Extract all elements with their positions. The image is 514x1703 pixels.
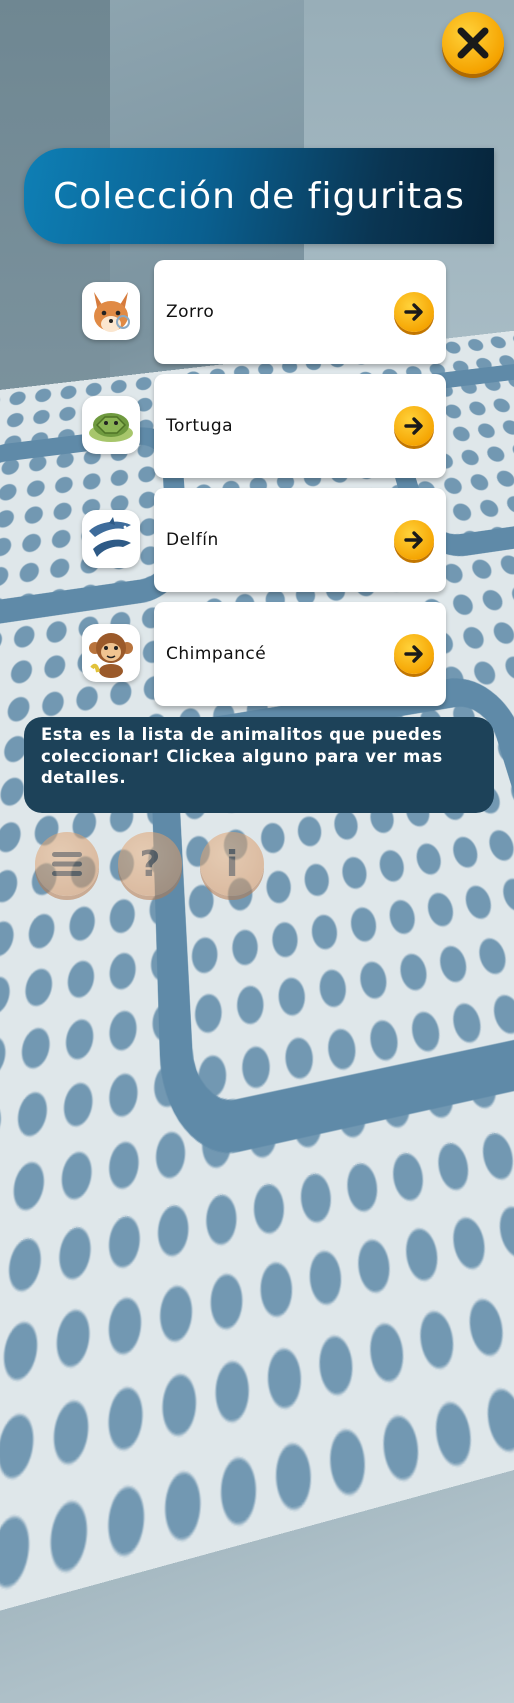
arrow-right-button[interactable] bbox=[394, 292, 434, 332]
info-icon: i bbox=[225, 843, 239, 885]
arrow-right-icon bbox=[404, 645, 423, 663]
animal-card[interactable]: Tortuga bbox=[154, 374, 446, 478]
list-item[interactable]: Zorro bbox=[80, 260, 446, 364]
animal-name: Tortuga bbox=[166, 416, 234, 436]
arrow-right-button[interactable] bbox=[394, 520, 434, 560]
dolphin-icon bbox=[82, 510, 140, 568]
animal-card[interactable]: Chimpancé bbox=[154, 602, 446, 706]
arrow-right-button[interactable] bbox=[394, 634, 434, 674]
page-title: Colección de figuritas bbox=[53, 175, 465, 217]
list-item[interactable]: Tortuga bbox=[80, 374, 446, 478]
title-banner: Colección de figuritas bbox=[24, 148, 494, 244]
menu-button[interactable] bbox=[35, 832, 99, 896]
arrow-right-icon bbox=[404, 531, 423, 549]
animal-card[interactable]: Zorro bbox=[154, 260, 446, 364]
animal-card[interactable]: Delfín bbox=[154, 488, 446, 592]
info-message: Esta es la lista de animalitos que puede… bbox=[41, 725, 443, 787]
help-icon: ? bbox=[139, 843, 161, 885]
help-button[interactable]: ? bbox=[118, 832, 182, 896]
arrow-right-icon bbox=[404, 303, 423, 321]
info-message-box: Esta es la lista de animalitos que puede… bbox=[24, 717, 494, 813]
animal-name: Chimpancé bbox=[166, 644, 267, 664]
menu-icon bbox=[52, 852, 82, 876]
animal-name: Zorro bbox=[166, 302, 215, 322]
arrow-right-button[interactable] bbox=[394, 406, 434, 446]
list-item[interactable]: Delfín bbox=[80, 488, 446, 592]
info-button[interactable]: i bbox=[200, 832, 264, 896]
chimpanzee-icon bbox=[82, 624, 140, 682]
arrow-right-icon bbox=[404, 417, 423, 435]
turtle-icon bbox=[82, 396, 140, 454]
list-item[interactable]: Chimpancé bbox=[80, 602, 446, 706]
close-button[interactable] bbox=[442, 12, 504, 74]
fox-icon bbox=[82, 282, 140, 340]
animal-name: Delfín bbox=[166, 530, 219, 550]
close-icon bbox=[457, 27, 489, 59]
